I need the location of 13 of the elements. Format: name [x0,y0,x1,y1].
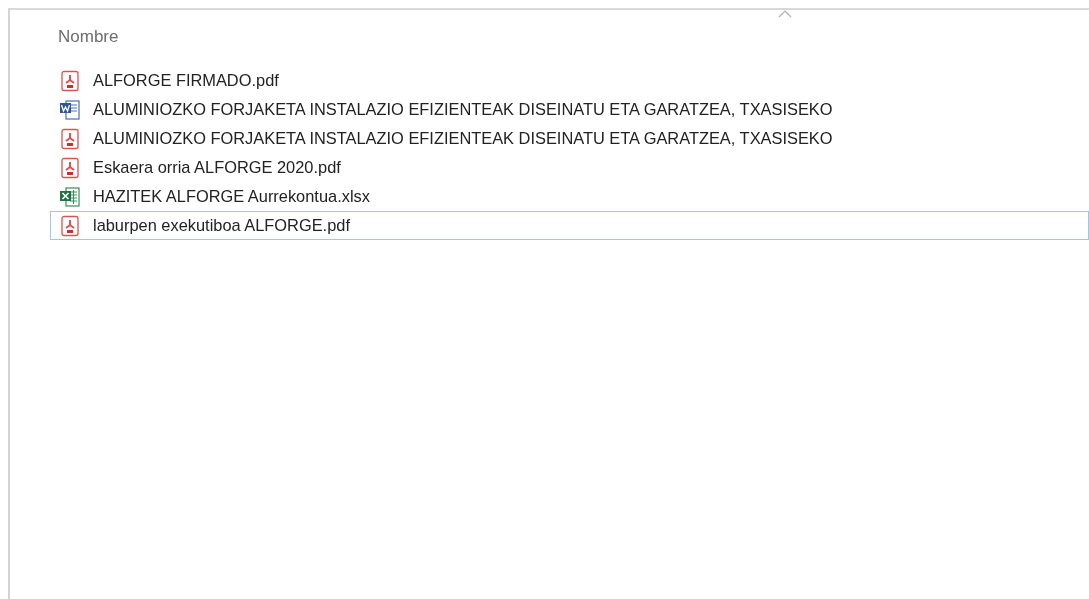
pdf-file-icon [59,156,81,179]
word-document-icon [59,98,81,121]
file-row[interactable]: ALUMINIOZKO FORJAKETA INSTALAZIO EFIZIENTEAK DISEINATU ETA GARATZEA, TXASISEKO [50,124,1089,153]
file-row[interactable]: Eskaera orria ALFORGE 2020.pdf [50,153,1089,182]
pdf-file-icon [59,127,81,150]
file-row[interactable]: laburpen exekutiboa ALFORGE.pdf [50,211,1089,240]
file-row[interactable]: ALFORGE FIRMADO.pdf [50,66,1089,95]
pdf-file-icon [59,214,81,237]
file-row[interactable]: HAZITEK ALFORGE Aurrekontua.xlsx [50,182,1089,211]
excel-spreadsheet-icon [59,185,81,208]
column-header[interactable]: Nombre [58,27,119,46]
file-row[interactable]: ALUMINIOZKO FORJAKETA INSTALAZIO EFIZIENTEAK DISEINATU ETA GARATZEA, TXASISEKO [50,95,1089,124]
pdf-file-icon [59,69,81,92]
